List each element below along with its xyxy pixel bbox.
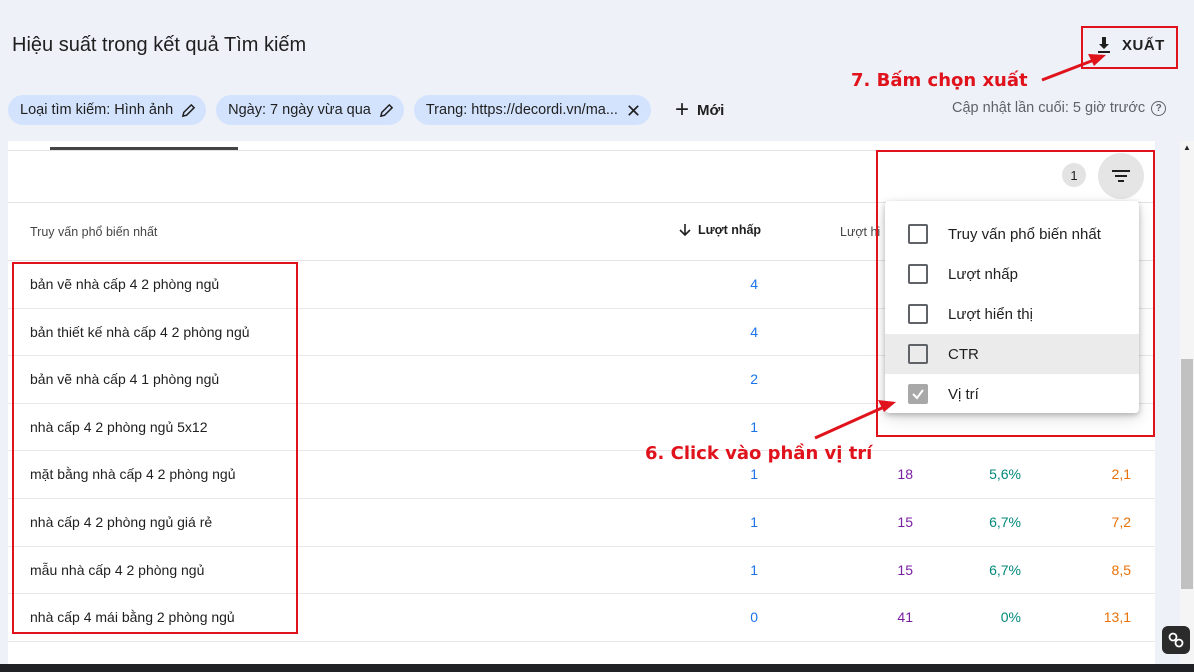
help-icon[interactable]: ?	[1151, 100, 1167, 116]
annotation-box-menu	[876, 150, 1155, 437]
last-updated-text: Cập nhật lần cuối: 5 giờ trước	[952, 100, 1146, 116]
add-filter-label: Mới	[696, 101, 725, 119]
annotation-box-queries	[12, 262, 298, 634]
cell-position: 2,1	[1111, 466, 1131, 483]
arrow-down-icon	[679, 224, 691, 237]
cell-clicks: 4	[750, 276, 758, 292]
cell-ctr: 6,7%	[989, 561, 1021, 578]
annotation-step7: 7. Bấm chọn xuất	[851, 70, 1028, 91]
scroll-up-arrow-icon[interactable]: ▲	[1183, 143, 1191, 152]
filter-chip-page[interactable]: Trang: https://decordi.vn/ma...	[413, 95, 651, 125]
page-title: Hiệu suất trong kết quả Tìm kiếm	[12, 34, 307, 56]
column-header-clicks-label: Lượt nhấp	[698, 223, 762, 237]
cell-clicks: 1	[750, 466, 758, 483]
close-icon[interactable]	[626, 103, 641, 118]
cell-clicks: 4	[750, 323, 758, 340]
bottom-bar	[0, 664, 1194, 672]
cell-impressions: 18	[897, 466, 913, 483]
annotation-step6: 6. Click vào phần vị trí	[645, 443, 873, 464]
cell-impressions: 15	[897, 561, 913, 578]
add-filter-button[interactable]: + Mới	[671, 98, 728, 122]
pencil-icon[interactable]	[181, 103, 196, 118]
pencil-icon[interactable]	[379, 103, 394, 118]
scroll-thumb[interactable]	[1181, 359, 1193, 589]
cell-ctr: 5,6%	[989, 466, 1021, 483]
column-header-clicks[interactable]: Lượt nhấp	[678, 223, 761, 237]
annotation-box-export	[1081, 26, 1178, 69]
cell-clicks: 0	[750, 609, 758, 626]
chip-label: Trang: https://decordi.vn/ma...	[425, 102, 618, 118]
filter-chip-date[interactable]: Ngày: 7 ngày vừa qua	[216, 95, 404, 125]
cell-ctr: 6,7%	[989, 513, 1021, 530]
cell-impressions: 15	[897, 513, 913, 530]
column-header-impressions[interactable]: Lượt hi	[840, 225, 880, 239]
cell-position: 13,1	[1103, 609, 1131, 626]
plus-icon: +	[674, 96, 689, 123]
cell-position: 7,2	[1111, 513, 1131, 530]
column-header-query[interactable]: Truy vấn phổ biến nhất	[30, 225, 157, 239]
cell-clicks: 1	[750, 513, 758, 530]
last-updated: Cập nhật lần cuối: 5 giờ trước ?	[952, 100, 1167, 116]
filter-chip-search-type[interactable]: Loại tìm kiếm: Hình ảnh	[8, 95, 207, 125]
scrollbar[interactable]: ▲	[1180, 141, 1194, 672]
chip-label: Ngày: 7 ngày vừa qua	[228, 102, 371, 118]
cell-clicks: 2	[750, 371, 758, 388]
cell-position: 8,5	[1111, 561, 1131, 578]
chip-label: Loại tìm kiếm: Hình ảnh	[20, 102, 174, 118]
cell-ctr: 0%	[1000, 609, 1021, 626]
filter-bar: Loại tìm kiếm: Hình ảnh Ngày: 7 ngày vừa…	[8, 94, 728, 126]
link-icon[interactable]	[1162, 626, 1190, 654]
cell-clicks: 1	[750, 418, 758, 435]
cell-impressions: 41	[897, 609, 913, 626]
cell-clicks: 1	[750, 561, 758, 578]
